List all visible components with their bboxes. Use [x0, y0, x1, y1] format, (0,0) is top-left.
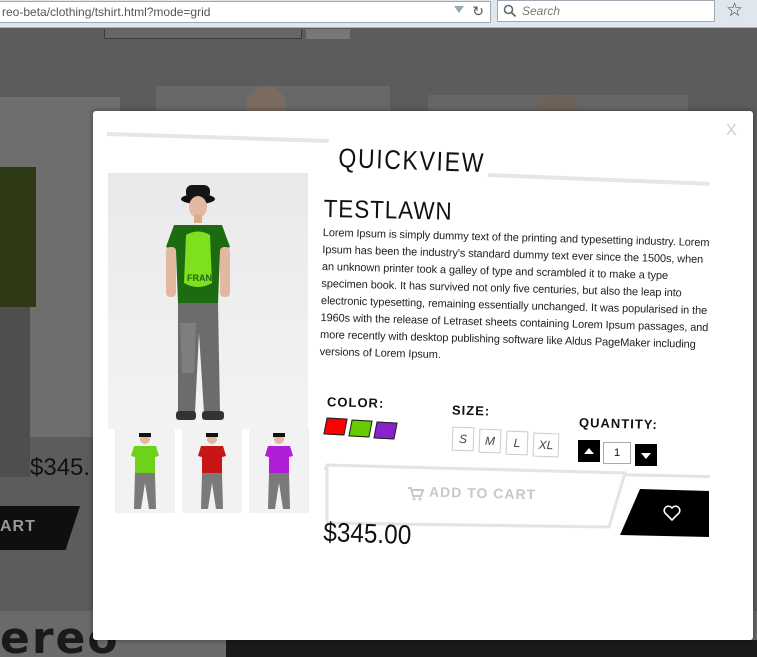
bg-product-price: $345. — [30, 454, 91, 481]
reload-icon[interactable]: ↻ — [472, 3, 484, 20]
close-button[interactable]: X — [726, 122, 737, 140]
add-to-cart-label: ADD TO CART — [428, 483, 537, 503]
cart-icon — [408, 487, 424, 501]
search-icon — [503, 4, 517, 18]
quantity-increase-button[interactable] — [578, 440, 600, 462]
browser-search-field[interactable]: Search — [497, 0, 715, 22]
title-rule-right — [487, 173, 710, 186]
arrow-down-icon — [641, 453, 651, 459]
thumbnail-strip — [115, 429, 311, 519]
browser-toolbar: reo-beta/clothing/tshirt.html?mode=grid … — [0, 0, 757, 28]
wishlist-button[interactable] — [620, 489, 709, 537]
bg-cart-label: ART — [0, 518, 36, 535]
quickview-title: QUICKVIEW — [337, 143, 486, 179]
search-placeholder: Search — [522, 4, 561, 18]
svg-text:FRAN: FRAN — [187, 273, 212, 283]
quantity-decrease-button[interactable] — [635, 444, 657, 466]
quickview-modal: X QUICKVIEW FRAN TESTLAWN Lorem Ipsum is… — [93, 111, 753, 640]
bg-search-input — [104, 29, 302, 39]
star-icon[interactable]: ☆ — [726, 0, 743, 22]
title-rule-left — [106, 132, 329, 143]
size-label: SIZE: — [451, 402, 491, 419]
thumbnail-purple[interactable] — [249, 429, 309, 513]
product-main-image[interactable]: FRAN — [108, 173, 308, 429]
color-swatch-purple[interactable] — [373, 421, 398, 440]
arrow-up-icon — [584, 448, 594, 454]
color-swatch-green[interactable] — [348, 419, 373, 438]
size-option-s[interactable]: S — [451, 426, 475, 452]
address-bar[interactable]: reo-beta/clothing/tshirt.html?mode=grid … — [0, 1, 491, 23]
model-figure: FRAN — [166, 185, 230, 420]
color-swatch-red[interactable] — [323, 417, 348, 436]
heart-icon — [663, 505, 681, 521]
thumbnail-figure — [198, 433, 226, 509]
size-option-xl[interactable]: XL — [532, 432, 560, 458]
product-name: TESTLAWN — [323, 195, 453, 226]
thumbnail-figure — [131, 433, 159, 509]
thumbnail-figure — [265, 433, 293, 509]
quantity-input[interactable]: 1 — [603, 442, 631, 464]
bg-footer-bar — [226, 640, 757, 657]
color-label: COLOR: — [326, 394, 385, 411]
thumbnail-green[interactable] — [115, 429, 175, 513]
bg-search-button — [306, 29, 350, 39]
dropdown-icon[interactable] — [454, 6, 464, 13]
product-description: Lorem Ipsum is simply dummy text of the … — [319, 226, 710, 362]
quantity-label: QUANTITY: — [578, 414, 658, 433]
size-option-m[interactable]: M — [478, 428, 502, 454]
url-text[interactable]: reo-beta/clothing/tshirt.html?mode=grid — [2, 5, 210, 19]
thumbnail-red[interactable] — [182, 429, 242, 513]
size-option-l[interactable]: L — [505, 430, 529, 456]
product-price: $345.00 — [322, 517, 412, 551]
